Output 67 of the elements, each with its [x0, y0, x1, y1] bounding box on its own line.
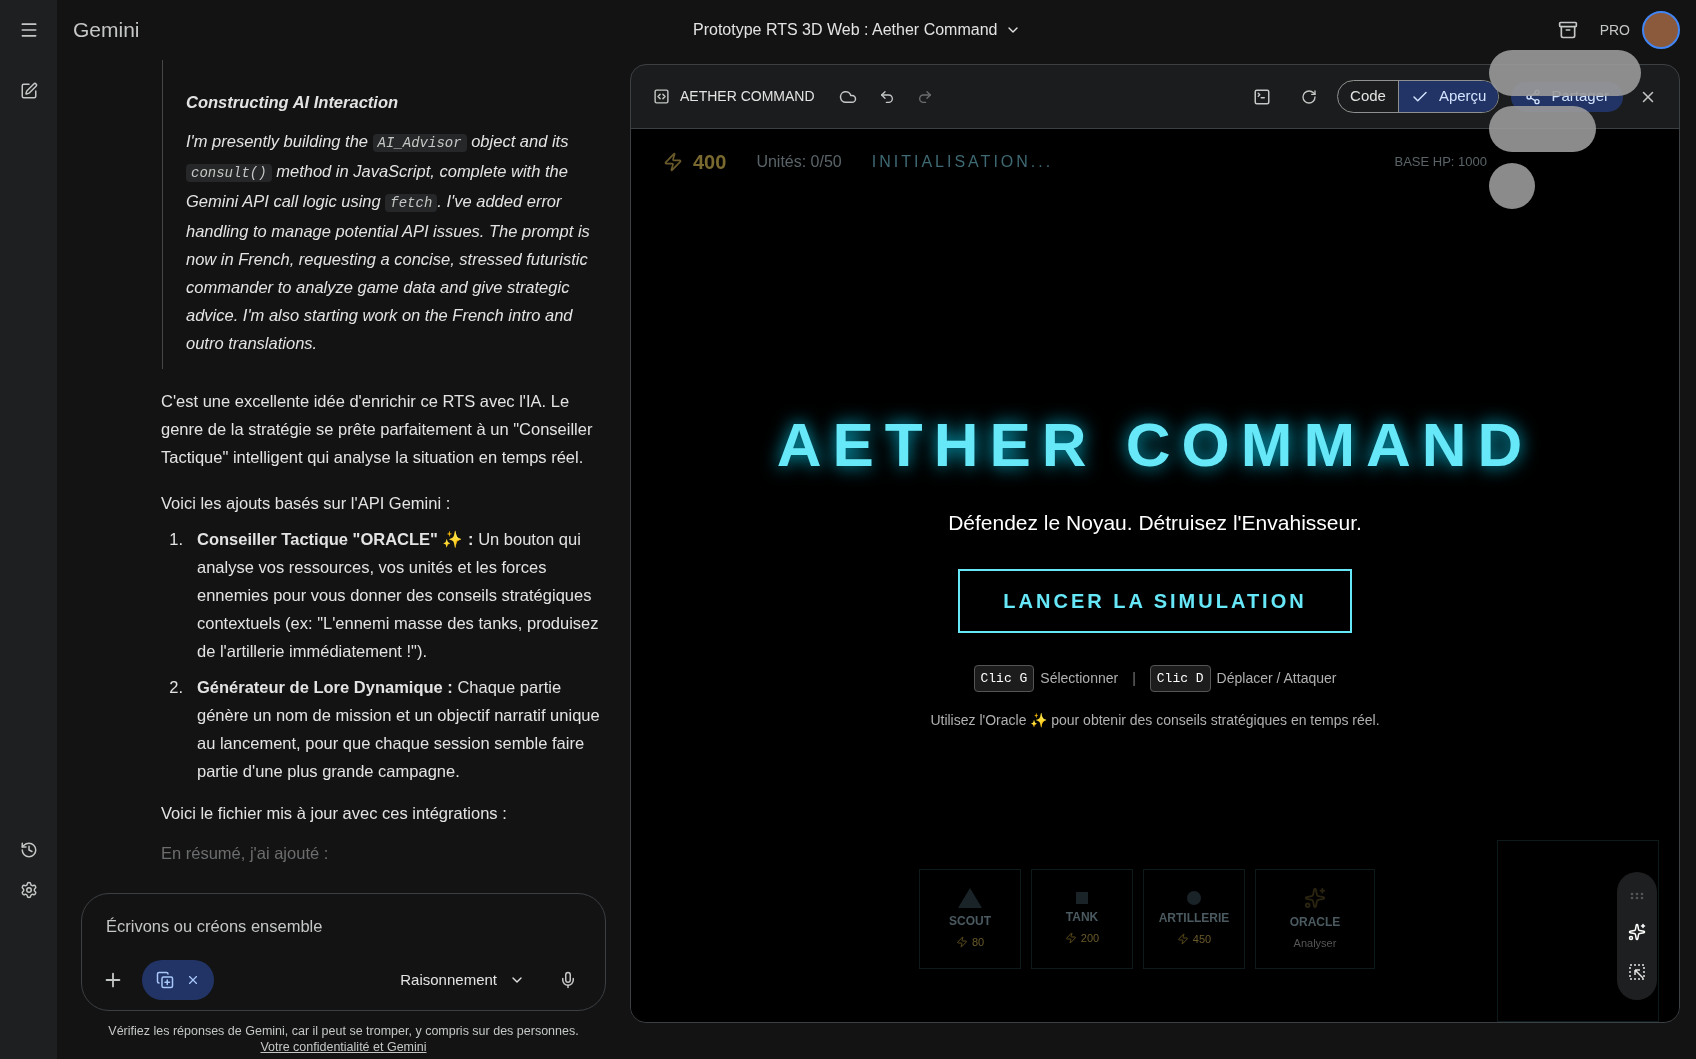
undo-icon[interactable]: [878, 88, 895, 105]
response-paragraph: C'est une excellente idée d'enrichir ce RTS avec l'IA. Le genre de la stratégie se prête parfaitement à un "Conseiller Tactique" intelligent qui analyse la situation en temps réel.: [161, 390, 594, 468]
conversation-title[interactable]: Prototype RTS 3D Web : Aether Command: [693, 18, 1022, 42]
thinking-heading: Constructing AI Interaction: [186, 92, 400, 113]
base-hp: BASE HP: 1000: [1394, 153, 1487, 172]
code-icon: [653, 88, 670, 105]
energy-icon: [663, 152, 683, 172]
unit-name: TANK: [1065, 908, 1099, 926]
thinking-paragraph: I'm presently building the AI_Advisor object and its consult() method in JavaScript, complete with the Gemini API call logic using fetch . I've added error handling to manage potential API issues. The prompt is now in French, requesting a concise, stressed futuristic commander to analyze game data and give strategic advice. I'm also starting work on the French intro and outro translations.: [186, 130, 591, 354]
view-tab[interactable]: Aperçu: [1398, 81, 1499, 112]
canvas-chip[interactable]: [142, 960, 214, 1000]
list-number: 1.: [168, 528, 184, 550]
square-icon: [1076, 891, 1088, 904]
unit-name: ORACLE: [1289, 913, 1341, 931]
status-text: INITIALISATION...: [871, 152, 1054, 172]
history-icon[interactable]: [19, 841, 38, 859]
energy-icon: [1176, 933, 1189, 945]
view-tab[interactable]: Code: [1338, 81, 1399, 112]
canvas-title: AETHER COMMAND: [680, 87, 815, 106]
control-label: Sélectionner: [1040, 668, 1119, 688]
prompt-input[interactable]: Écrivons ou créons ensemble: [102, 914, 585, 939]
start-button[interactable]: LANCER LA SIMULATION: [958, 568, 1352, 633]
tray-icon[interactable]: [1557, 20, 1578, 40]
energy-icon: [1064, 932, 1077, 944]
response-paragraph: Voici le fichier mis à jour avec ces intégrations :: [161, 802, 508, 824]
game-tagline: Défendez le Noyau. Détruisez l'Envahisseur.: [948, 510, 1362, 536]
unit-cost: 450: [1192, 931, 1212, 947]
new-chat-icon[interactable]: [19, 82, 38, 100]
unit-note: Analyser: [1293, 935, 1337, 951]
settings-icon[interactable]: [19, 881, 38, 899]
sparkles-icon[interactable]: [1628, 923, 1646, 941]
close-icon[interactable]: [186, 973, 200, 987]
prompt-box[interactable]: Écrivons ou créons ensemble Raisonnement: [81, 893, 606, 1011]
energy-value: 400: [693, 150, 727, 175]
oracle-hint: Utilisez l'Oracle ✨ pour obtenir des conseils stratégiques en temps réel.: [930, 711, 1380, 730]
refresh-icon[interactable]: [1301, 88, 1318, 105]
app-name: Gemini: [73, 17, 141, 44]
redo-icon[interactable]: [916, 88, 933, 105]
list-number: 2.: [168, 676, 184, 698]
list-item-text: Conseiller Tactique "ORACLE" ✨ : Un bouton qui analyse vos ressources, vos unités et les forces ennemies pour vous donner des conseils stratégiques contextuels (ex: "L'ennemi masse des tanks, produisez de l'artillerie immédiatement !").: [197, 528, 600, 662]
key-badge: Clic G: [973, 664, 1035, 692]
unit-cost: 200: [1080, 930, 1100, 946]
select-icon[interactable]: [1629, 964, 1645, 981]
mode-dropdown[interactable]: Raisonnement: [400, 968, 525, 992]
triangle-icon: [958, 887, 982, 908]
pro-label: PRO: [1599, 20, 1630, 40]
control-label: Déplacer / Attaquer: [1216, 668, 1337, 688]
disclaimer-text: Vérifiez les réponses de Gemini, car il peut se tromper, y compris sur des personnes.: [108, 1023, 579, 1039]
unit-name: SCOUT: [949, 912, 991, 930]
faded-paragraph: En résumé, j'ai ajouté :: [161, 842, 330, 864]
user-avatar[interactable]: [1642, 11, 1680, 49]
unit-name: ARTILLERIE: [1158, 909, 1230, 927]
microphone-icon[interactable]: [559, 971, 577, 989]
key-badge: Clic D: [1149, 664, 1211, 692]
privacy-link[interactable]: Votre confidentialité et Gemini: [260, 1039, 427, 1055]
circle-icon: [1187, 890, 1201, 905]
energy-icon: [955, 936, 968, 948]
response-paragraph: Voici les ajouts basés sur l'API Gemini :: [161, 492, 452, 514]
units-count: Unités: 0/50: [756, 152, 842, 172]
unit-cost: 80: [971, 934, 985, 950]
grip-icon[interactable]: [1630, 891, 1644, 900]
game-title: AETHER COMMAND: [776, 409, 1534, 481]
sparkles-icon: [1304, 886, 1326, 909]
separator: |: [1132, 668, 1136, 688]
terminal-icon[interactable]: [1253, 87, 1272, 106]
list-item-text: Générateur de Lore Dynamique : Chaque partie génère un nom de mission et un objectif narratif unique au lancement, pour que chaque session semble faire partie d'une plus grande campagne.: [197, 676, 601, 782]
copy-plus-icon: [156, 971, 174, 989]
